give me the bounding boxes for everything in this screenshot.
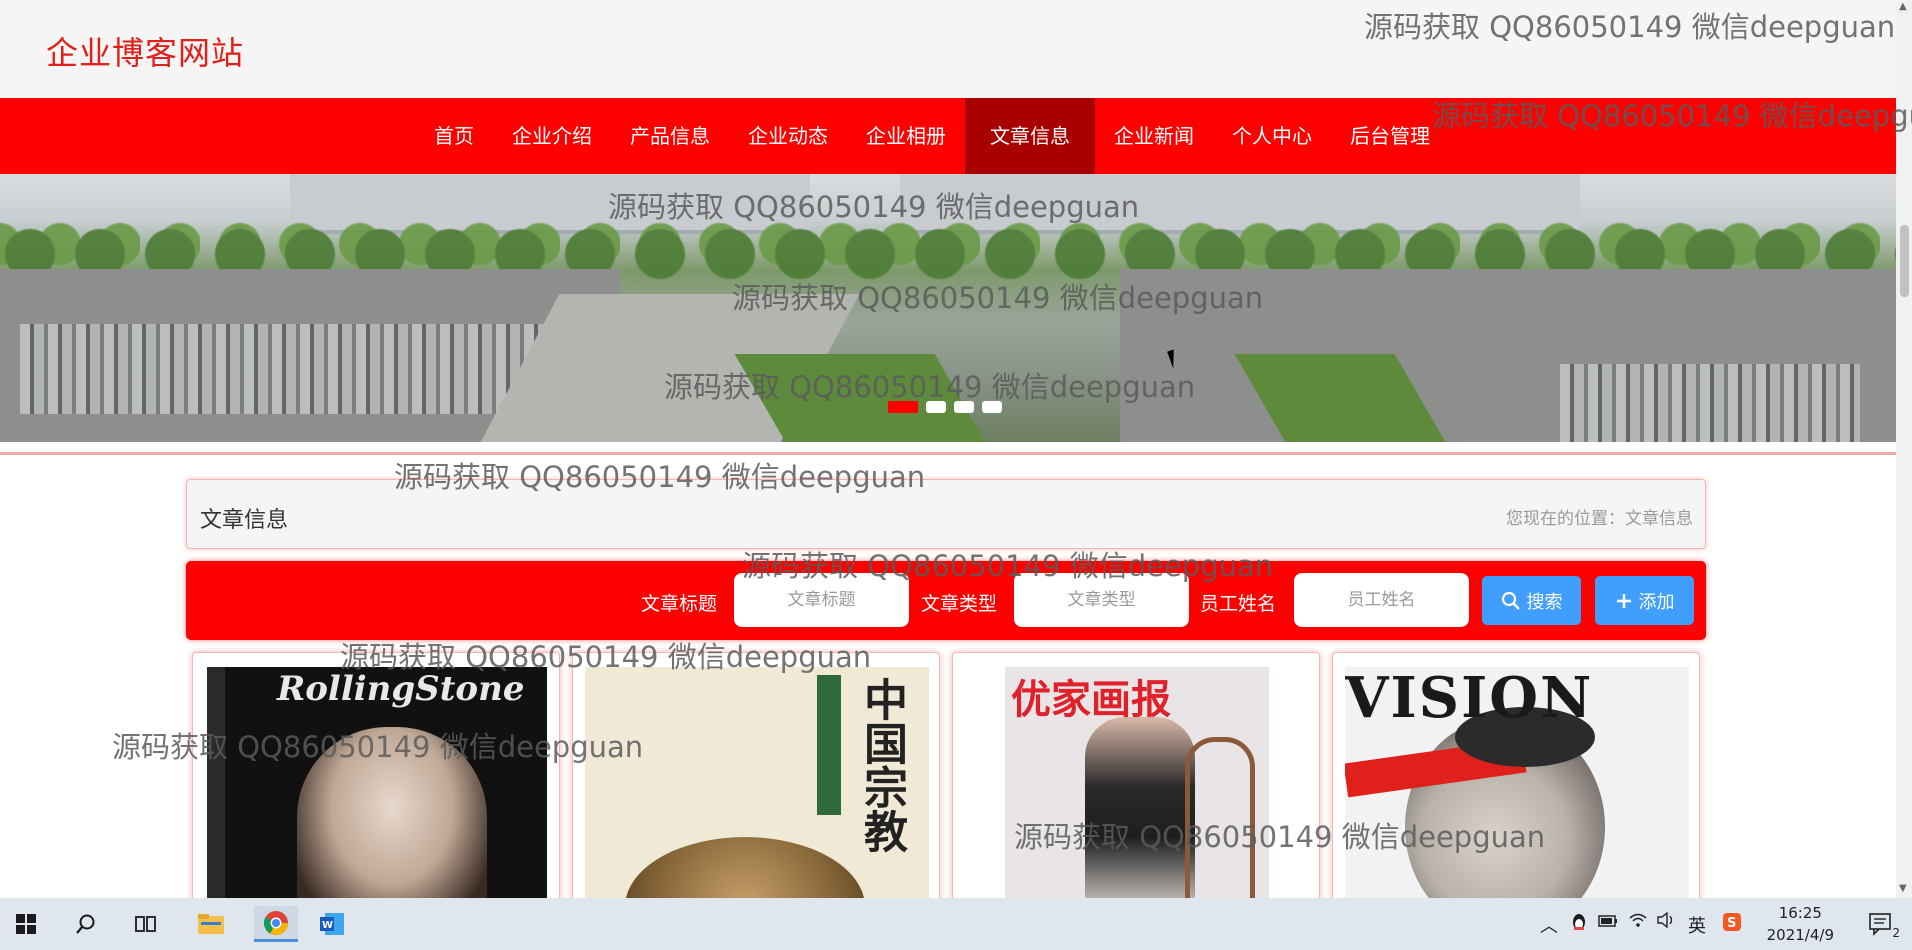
search-bar: 文章标题 文章类型 员工姓名 搜索 添加 — [186, 561, 1706, 640]
article-cover-image: 中国宗教 — [585, 667, 929, 911]
carousel-dot[interactable] — [926, 401, 946, 413]
scroll-down-icon[interactable]: ▼ — [1899, 884, 1909, 894]
nav-items: 首页 企业介绍 产品信息 企业动态 企业相册 文章信息 企业新闻 个人中心 后台… — [415, 98, 1449, 174]
chrome-browser-icon[interactable] — [254, 906, 298, 942]
article-cover-image: VISION — [1345, 667, 1689, 911]
volume-icon[interactable] — [1656, 911, 1676, 933]
carousel-dot[interactable] — [982, 401, 1002, 413]
banner-cars — [20, 324, 580, 414]
article-card[interactable]: RollingStone — [192, 652, 560, 912]
add-button[interactable]: 添加 — [1595, 576, 1694, 625]
svg-text:W: W — [322, 920, 333, 931]
section-divider — [0, 452, 1896, 455]
search-button-label: 搜索 — [1526, 591, 1563, 613]
ime-language-indicator[interactable]: 英 — [1688, 912, 1706, 938]
carousel-dot[interactable] — [954, 401, 974, 413]
article-card[interactable]: 中国宗教 — [572, 652, 940, 912]
nav-item-album[interactable]: 企业相册 — [847, 98, 965, 174]
word-app-icon[interactable]: W — [314, 906, 350, 942]
sogou-ime-icon[interactable]: S — [1722, 912, 1742, 937]
cover-title: RollingStone — [277, 669, 525, 709]
cover-title: 中国宗教 — [856, 677, 907, 853]
search-button[interactable]: 搜索 — [1482, 576, 1581, 625]
cover-title: VISION — [1345, 667, 1594, 731]
windows-start-icon[interactable] — [8, 906, 44, 942]
nav-item-company-news-feed[interactable]: 企业动态 — [729, 98, 847, 174]
scrollbar-thumb[interactable] — [1900, 225, 1909, 297]
site-header: 企业博客网站 — [0, 0, 1896, 98]
breadcrumb-location[interactable]: 您现在的位置：文章信息 — [1506, 504, 1693, 529]
nav-item-products[interactable]: 产品信息 — [611, 98, 729, 174]
site-title[interactable]: 企业博客网站 — [46, 28, 244, 74]
nav-item-home[interactable]: 首页 — [415, 98, 493, 174]
article-card[interactable]: 优家画报 — [952, 652, 1320, 912]
staff-filter-label: 员工姓名 — [1200, 593, 1277, 615]
type-filter-label: 文章类型 — [921, 593, 998, 615]
article-cover-image: 优家画报 — [1005, 667, 1269, 911]
nav-item-admin[interactable]: 后台管理 — [1331, 98, 1449, 174]
title-search-input[interactable] — [734, 573, 909, 627]
breadcrumb-panel: 文章信息 您现在的位置：文章信息 — [186, 479, 1706, 549]
nav-item-articles[interactable]: 文章信息 — [965, 98, 1095, 174]
nav-item-news[interactable]: 企业新闻 — [1095, 98, 1213, 174]
page-scrollbar[interactable] — [1896, 0, 1912, 898]
nav-item-profile[interactable]: 个人中心 — [1213, 98, 1331, 174]
qq-tray-icon[interactable] — [1570, 912, 1588, 937]
cover-title: 优家画报 — [1011, 676, 1171, 723]
notification-center-icon[interactable]: 2 — [1864, 906, 1900, 942]
add-button-label: 添加 — [1638, 591, 1675, 613]
title-filter-label: 文章标题 — [641, 593, 718, 615]
taskbar-search-icon[interactable] — [68, 906, 104, 942]
main-nav: 首页 企业介绍 产品信息 企业动态 企业相册 文章信息 企业新闻 个人中心 后台… — [0, 98, 1896, 174]
banner-cars — [1560, 364, 1860, 442]
type-search-input[interactable] — [1014, 573, 1189, 627]
staff-search-input[interactable] — [1294, 573, 1469, 627]
article-cover-image: RollingStone — [207, 667, 547, 911]
task-view-icon[interactable] — [128, 906, 164, 942]
page-title: 文章信息 — [200, 508, 289, 533]
notification-count-badge: 2 — [1892, 926, 1900, 940]
battery-icon[interactable] — [1598, 912, 1618, 933]
taskbar-clock[interactable]: 16:25 2021/4/9 — [1767, 902, 1834, 946]
file-explorer-icon[interactable] — [193, 906, 229, 942]
search-icon — [1501, 591, 1520, 610]
plus-icon — [1616, 593, 1631, 608]
wifi-icon[interactable] — [1628, 912, 1648, 933]
tray-overflow-chevron-icon[interactable]: ︿ — [1540, 912, 1558, 938]
windows-taskbar: W ︿ 英 S 16:25 2021/4/9 2 — [0, 898, 1912, 950]
carousel-dot[interactable] — [888, 401, 918, 413]
scroll-up-icon[interactable]: ▲ — [1899, 2, 1909, 12]
clock-date: 2021/4/9 — [1766, 926, 1834, 944]
carousel-dots — [888, 401, 1002, 413]
nav-item-company-intro[interactable]: 企业介绍 — [493, 98, 611, 174]
clock-time: 16:25 — [1778, 904, 1822, 922]
article-card[interactable]: VISION — [1332, 652, 1700, 912]
svg-text:S: S — [1727, 916, 1736, 931]
